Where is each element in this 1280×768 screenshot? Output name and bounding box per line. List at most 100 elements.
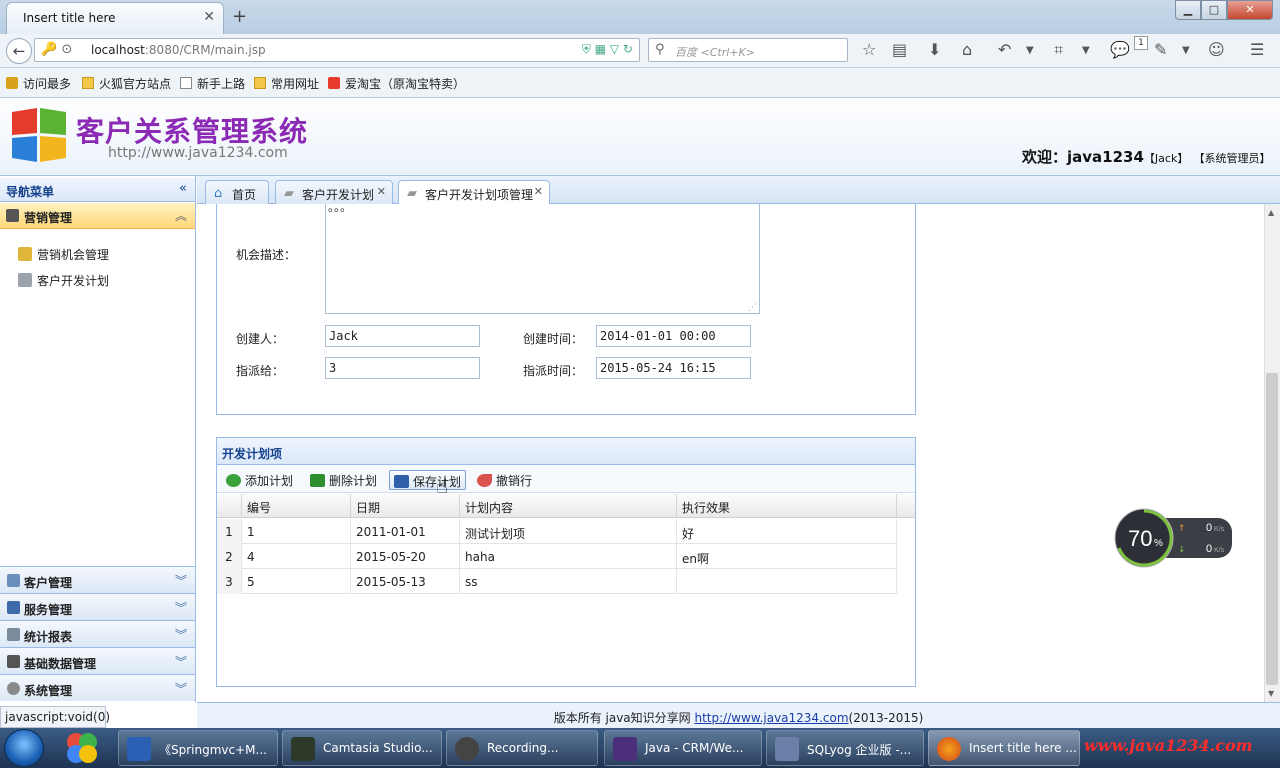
- cell-effect[interactable]: 好: [677, 519, 897, 544]
- undo-icon[interactable]: ↶: [998, 40, 1011, 59]
- nav-item-opportunity[interactable]: 营销机会管理: [18, 246, 109, 263]
- scrollbar-thumb[interactable]: [1266, 373, 1278, 685]
- table-row[interactable]: 3 5 2015-05-13 ss: [217, 569, 897, 594]
- reading-list-icon[interactable]: ▤: [892, 40, 907, 59]
- search-box[interactable]: ⚲ 百度 <Ctrl+K>: [648, 38, 848, 62]
- nav-section-customer[interactable]: 客户管理 ︾: [0, 566, 195, 593]
- cell-effect[interactable]: [677, 569, 897, 594]
- chart-icon: [7, 628, 20, 641]
- new-tab-icon[interactable]: +: [232, 6, 247, 27]
- bookmark-most-visited[interactable]: 访问最多: [6, 75, 71, 92]
- nav-section-basedata[interactable]: 基础数据管理 ︾: [0, 647, 195, 674]
- bookmark-common[interactable]: 常用网址: [254, 75, 319, 92]
- nav-section-reports[interactable]: 统计报表 ︾: [0, 620, 195, 647]
- url-bar[interactable]: 🔑 ⊙ localhost:8080/CRM/main.jsp ⛨ ▦ ▽ ↻: [34, 38, 640, 62]
- save-plan-button[interactable]: 保存计划: [389, 470, 467, 490]
- cell-content[interactable]: haha: [460, 544, 677, 569]
- home-icon[interactable]: ⌂: [962, 40, 972, 59]
- cell-effect[interactable]: en啊: [677, 544, 897, 569]
- recording-icon: [455, 737, 479, 761]
- chevron-down-icon: ︾: [174, 682, 187, 696]
- bookmark-getting-started[interactable]: 新手上路: [180, 75, 245, 92]
- nav-section-marketing[interactable]: 营销管理 ︽: [0, 203, 195, 229]
- monitor-icon: [7, 655, 20, 668]
- addon-icon[interactable]: ✎: [1154, 40, 1167, 59]
- chevron-up-icon: ︽: [174, 209, 187, 223]
- delete-plan-button[interactable]: 删除计划: [306, 470, 381, 490]
- smiley-icon[interactable]: ☺: [1208, 40, 1225, 59]
- shield-icon[interactable]: ⛨ ▦ ▽ ↻: [582, 42, 633, 57]
- table-row[interactable]: 2 4 2015-05-20 haha en啊: [217, 544, 897, 569]
- minimize-icon[interactable]: ▁: [1175, 0, 1201, 20]
- cell-id[interactable]: 1: [242, 519, 351, 544]
- home-icon: ⌂: [214, 186, 223, 201]
- menu-icon[interactable]: ☰: [1250, 40, 1264, 59]
- network-speed-widget: 70 % ↑ ↓ 0 K/s 0 K/s: [1114, 508, 1232, 568]
- star-icon[interactable]: ☆: [862, 40, 876, 59]
- taskbar-item-recording[interactable]: Recording...: [446, 730, 598, 766]
- cell-id[interactable]: 4: [242, 544, 351, 569]
- nav-header-title: 导航菜单: [6, 185, 55, 199]
- taskbar-item-word[interactable]: 《Springmvc+M...: [118, 730, 278, 766]
- search-placeholder: 百度 <Ctrl+K>: [675, 46, 755, 59]
- close-icon[interactable]: ✕: [377, 185, 386, 198]
- bookmark-firefox[interactable]: 火狐官方站点: [82, 75, 171, 92]
- cell-content[interactable]: ss: [460, 569, 677, 594]
- close-tab-icon[interactable]: ✕: [203, 9, 215, 25]
- assignee-field[interactable]: 3: [325, 357, 480, 379]
- table-row[interactable]: 1 1 2011-01-01 测试计划项 好: [217, 519, 897, 544]
- close-window-icon[interactable]: ✕: [1227, 0, 1273, 20]
- scroll-up-icon[interactable]: ▲: [1268, 208, 1274, 217]
- cell-date[interactable]: 2015-05-13: [351, 569, 460, 594]
- creator-field[interactable]: Jack: [325, 325, 480, 347]
- browser-tab-title: Insert title here: [23, 11, 116, 25]
- back-arrow-icon[interactable]: ←: [6, 38, 32, 64]
- undo-icon: [477, 474, 492, 487]
- taskbar-item-firefox[interactable]: Insert title here ...: [928, 730, 1080, 766]
- grid-col-content[interactable]: 计划内容: [460, 494, 677, 518]
- taskbar-item-camtasia[interactable]: Camtasia Studio...: [282, 730, 442, 766]
- chat-icon[interactable]: 💬: [1110, 40, 1130, 59]
- maximize-icon[interactable]: □: [1201, 0, 1227, 20]
- resize-handle-icon[interactable]: ⋰: [748, 303, 757, 313]
- scroll-down-icon[interactable]: ▼: [1268, 689, 1274, 698]
- bookmark-aitaobao[interactable]: 爱淘宝（原淘宝特卖）: [328, 75, 465, 92]
- create-time-field[interactable]: 2014-01-01 00:00: [596, 325, 751, 347]
- close-icon[interactable]: ✕: [534, 185, 543, 198]
- desc-text: 。。。: [328, 200, 353, 214]
- nav-section-system[interactable]: 系统管理 ︾: [0, 674, 195, 701]
- taskbar-item-eclipse[interactable]: Java - CRM/We...: [604, 730, 762, 766]
- add-icon: [226, 474, 241, 487]
- taskbar-item-sqlyog[interactable]: SQLyog 企业版 -...: [766, 730, 924, 766]
- footer-link[interactable]: http://www.java1234.com: [694, 711, 848, 725]
- cell-id[interactable]: 5: [242, 569, 351, 594]
- plan-panel-title: 开发计划项: [222, 447, 283, 461]
- add-plan-button[interactable]: 添加计划: [222, 470, 297, 490]
- chevron-down-icon[interactable]: ▼: [1026, 45, 1034, 56]
- grid-col-date[interactable]: 日期: [351, 494, 460, 518]
- nav-item-dev-plan[interactable]: 客户开发计划: [18, 272, 109, 289]
- chevron-down-icon[interactable]: ▼: [1182, 45, 1190, 56]
- pinwheel-app-icon[interactable]: [64, 730, 100, 766]
- crop-icon[interactable]: ⌗: [1054, 40, 1063, 60]
- chevron-down-icon[interactable]: ▼: [1082, 45, 1090, 56]
- download-icon[interactable]: ⬇: [928, 40, 941, 59]
- collapse-icon[interactable]: «: [179, 181, 187, 196]
- creator-label: 创建人：: [236, 332, 285, 346]
- coins-icon: [18, 247, 32, 261]
- tab-dev-plan-items[interactable]: ▰ 客户开发计划项管理 ✕: [398, 180, 550, 205]
- cell-date[interactable]: 2011-01-01: [351, 519, 460, 544]
- nav-section-service[interactable]: 服务管理 ︾: [0, 593, 195, 620]
- undo-row-button[interactable]: 撤销行: [473, 470, 536, 490]
- grid-col-id[interactable]: 编号: [242, 494, 351, 518]
- download-arrow-icon: ↓: [1178, 545, 1186, 555]
- tab-home[interactable]: ⌂ 首页: [205, 180, 269, 204]
- cell-content[interactable]: 测试计划项: [460, 519, 677, 544]
- browser-tab[interactable]: Insert title here ✕: [6, 2, 224, 34]
- grid-col-effect[interactable]: 执行效果: [677, 494, 897, 518]
- desc-textarea[interactable]: 。。。 ⋰: [325, 200, 760, 314]
- cell-date[interactable]: 2015-05-20: [351, 544, 460, 569]
- windows-start-icon[interactable]: [4, 729, 44, 767]
- url-text: localhost:8080/CRM/main.jsp: [91, 43, 266, 57]
- assign-time-field[interactable]: 2015-05-24 16:15: [596, 357, 751, 379]
